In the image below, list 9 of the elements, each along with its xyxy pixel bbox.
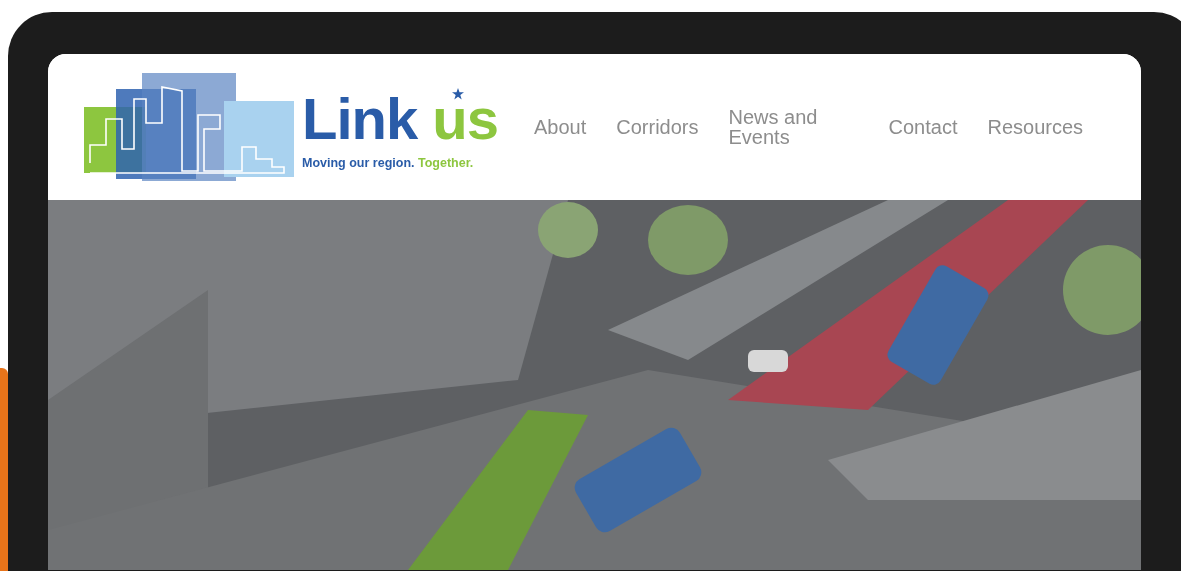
side-tab[interactable] — [0, 368, 8, 571]
nav-link[interactable]: Resources — [987, 115, 1084, 139]
logo-tagline: Moving our region. Together. — [302, 155, 475, 170]
logo-wordmark: Link us — [302, 85, 499, 154]
nav-link[interactable]: News and Events — [728, 107, 859, 147]
nav-link[interactable]: Corridors — [616, 115, 699, 139]
star-icon — [452, 88, 465, 101]
nav-link[interactable]: Contact — [888, 115, 958, 139]
nav-link[interactable]: About — [534, 115, 587, 139]
